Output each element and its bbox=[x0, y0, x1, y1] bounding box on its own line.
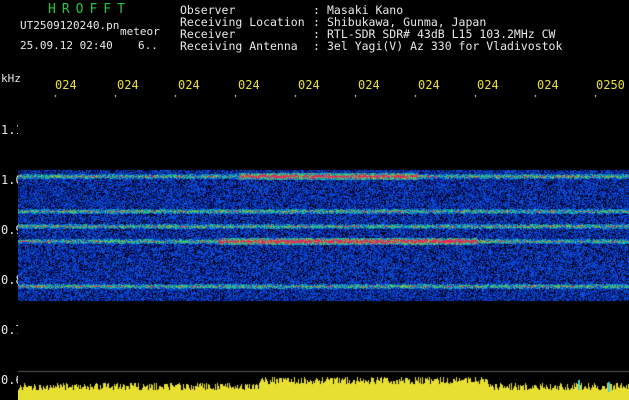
x-tick-label: 024 bbox=[298, 78, 320, 92]
count-label: 6.. bbox=[138, 39, 158, 52]
x-tick-label: 024 bbox=[537, 78, 559, 92]
x-tick-label: 024 bbox=[117, 78, 139, 92]
info-colon: : bbox=[313, 39, 320, 53]
x-tick-label: 024 bbox=[358, 78, 380, 92]
x-tick-label: 024 bbox=[477, 78, 499, 92]
antenna-label: Receiving Antenna bbox=[180, 39, 298, 53]
x-tick-label: 024 bbox=[238, 78, 260, 92]
spectrogram-canvas bbox=[18, 95, 629, 400]
x-tick-label: 024 bbox=[55, 78, 77, 92]
antenna-value: 3el Yagi(V) Az 330 for Vladivostok bbox=[327, 39, 563, 53]
x-tick-label: 0250 bbox=[596, 78, 625, 92]
x-tick-label: 024 bbox=[418, 78, 440, 92]
app-title: HROFFT bbox=[48, 2, 131, 17]
y-axis-unit: kHz bbox=[1, 72, 21, 85]
datetime-label: 25.09.12 02:40 bbox=[20, 39, 113, 52]
x-tick-label: 024 bbox=[178, 78, 200, 92]
meteor-label: meteor bbox=[120, 25, 160, 38]
filename-label: UT2509120240.pn bbox=[20, 19, 120, 32]
